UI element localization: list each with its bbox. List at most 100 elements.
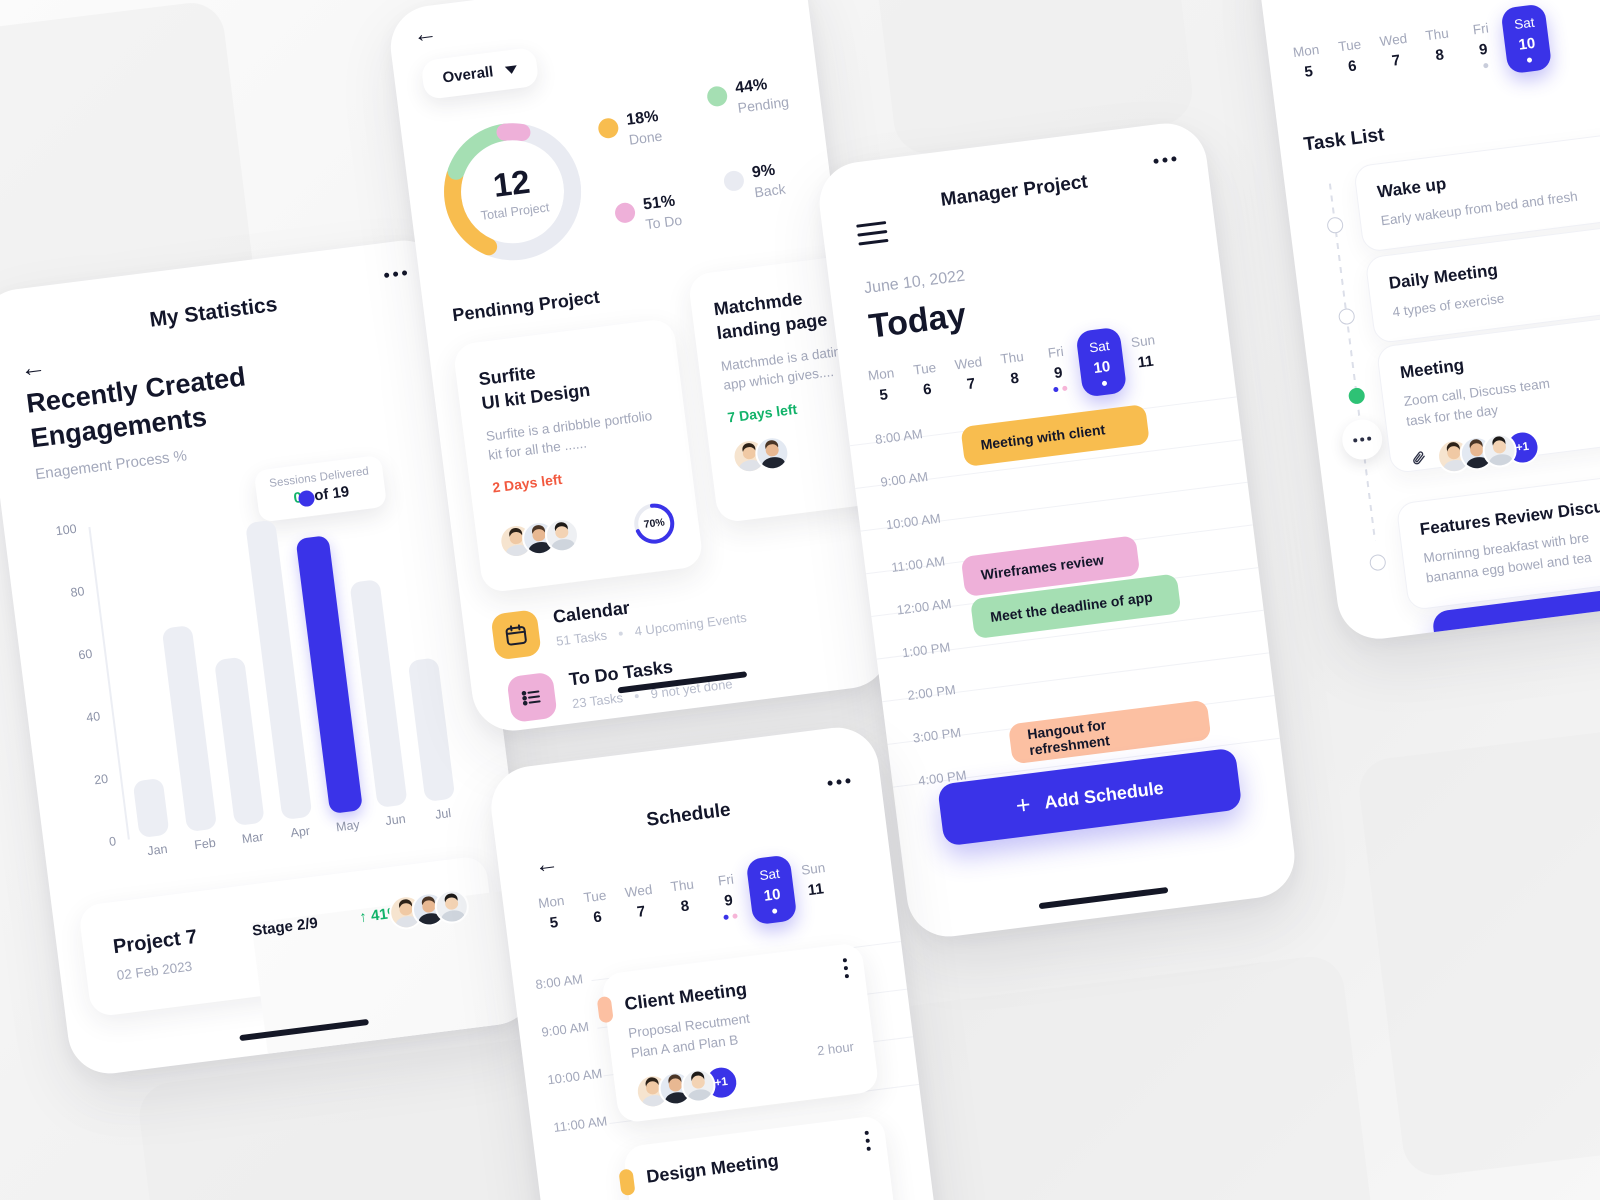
legend-item-done[interactable]: 18% Done (597, 108, 663, 152)
week-day-number: 10 (1092, 358, 1112, 378)
week-day-mon[interactable]: Mon 5 (858, 364, 908, 416)
timeline-event[interactable]: Meeting with client (960, 403, 1150, 467)
week-day-number: 8 (1009, 369, 1020, 388)
week-day-label: Tue (582, 887, 608, 905)
legend-percent: 9% (751, 161, 777, 182)
legend-item-pending[interactable]: 44% Pending (706, 74, 790, 120)
back-button[interactable]: ← (18, 350, 48, 384)
calendar-icon (490, 609, 542, 661)
week-selector[interactable]: Mon 5 Tue 6 Wed 7 Thu 8 Fri 9 Sat 10 Sun 11 (527, 849, 841, 953)
task-status-node[interactable] (1368, 553, 1387, 572)
task-status-node[interactable] (1326, 216, 1345, 235)
avatar-group[interactable] (497, 516, 581, 561)
week-day-event-pips (994, 389, 1038, 399)
avatar-head (645, 1080, 660, 1095)
week-day-label: Mon (867, 364, 895, 383)
engagement-bar-chart: 0 20 40 60 80 100 Jan Feb Mar Apr May Jun Jul (43, 484, 474, 885)
week-day-fri[interactable]: Fri 9 (1458, 18, 1508, 70)
task-more-node[interactable] (1339, 417, 1385, 462)
project-summary-card[interactable]: Project 7 02 Feb 2023 Stage 2/9 ↑ 41% (77, 722, 540, 1079)
week-day-number: 7 (1390, 51, 1402, 70)
event-pip (1101, 380, 1107, 387)
back-button[interactable]: ← (533, 849, 560, 880)
week-day-label: Fri (717, 871, 735, 888)
project-card-surfite[interactable]: Surfite UI kit Design Surfite is a dribb… (452, 317, 704, 594)
week-day-thu[interactable]: Thu 8 (1414, 24, 1464, 76)
week-day-tue[interactable]: Tue 6 (1327, 35, 1377, 87)
event-pip (723, 913, 729, 920)
quick-list-count: 23 Tasks (571, 689, 624, 712)
week-day-mon[interactable]: Mon 5 (528, 891, 578, 943)
avatar-head (421, 899, 436, 914)
week-day-sat[interactable]: Sat 10 (1500, 3, 1553, 75)
week-day-fri[interactable]: Fri 9 (703, 869, 753, 921)
legend-item-to-do[interactable]: 51% To Do (613, 192, 683, 236)
legend-item-back[interactable]: 9% Back (722, 161, 786, 205)
week-day-label: Thu (999, 348, 1025, 367)
week-day-label: Sat (1088, 338, 1111, 356)
avatar-group[interactable]: +1 (1434, 428, 1542, 475)
week-day-label: Thu (669, 876, 695, 894)
bg-panel (883, 953, 1377, 1200)
week-day-fri[interactable]: Fri 9 (1033, 342, 1083, 394)
chart-bar[interactable] (407, 657, 456, 803)
task-card-features-review[interactable]: Features Review Discussion Morninng brea… (1395, 465, 1600, 611)
week-day-event-pips (752, 906, 796, 916)
x-axis-tick: Jul (434, 805, 452, 822)
timeline-hour-label: 11:00 AM (890, 553, 946, 575)
back-button[interactable]: ← (411, 19, 438, 50)
home-indicator (1473, 622, 1600, 644)
week-selector[interactable]: Mon 5 Tue 6 Wed 7 Thu 8 Fri 9 Sat 10 (1282, 3, 1553, 102)
event-pip (732, 912, 738, 919)
week-day-label: Mon (537, 892, 566, 911)
week-day-number: 9 (1053, 363, 1064, 382)
y-axis-tick: 80 (69, 584, 86, 600)
x-axis-tick: May (335, 817, 361, 835)
week-day-number: 5 (548, 913, 560, 932)
timeline-hour-label: 9:00 AM (540, 1018, 590, 1040)
week-day-thu[interactable]: Thu 8 (659, 875, 709, 927)
quick-list-item-calendar[interactable]: Calendar 51 Tasks 4 Upcoming Events (490, 583, 748, 661)
week-day-wed[interactable]: Wed 7 (1371, 29, 1421, 81)
overall-filter-dropdown[interactable]: Overall (420, 46, 540, 100)
bg-panel (1355, 720, 1600, 1180)
notes-icon (522, 734, 574, 736)
y-axis-tick: 100 (54, 521, 78, 539)
week-day-number: 10 (762, 885, 782, 905)
week-day-wed[interactable]: Wed 7 (946, 353, 996, 405)
paperclip-icon[interactable] (1410, 449, 1429, 472)
avatar-head (531, 528, 546, 543)
avatar-head (554, 525, 569, 540)
more-options-icon[interactable] (822, 770, 851, 791)
chart-bar[interactable] (161, 625, 218, 833)
event-pip (1526, 57, 1532, 63)
chart-bar[interactable] (214, 656, 265, 827)
y-axis-tick: 60 (77, 646, 94, 663)
week-day-event-pips (1125, 372, 1169, 382)
event-pip (1061, 385, 1068, 391)
week-day-sun[interactable]: Sun 11 (1120, 331, 1170, 383)
task-status-node-done[interactable] (1347, 386, 1366, 405)
today-label: Today (866, 295, 969, 346)
home-indicator (1038, 886, 1169, 910)
project-card-desc: Surfite is a dribbble portfolio kit for … (485, 405, 667, 466)
week-day-tue[interactable]: Tue 6 (902, 358, 952, 410)
week-day-wed[interactable]: Wed 7 (616, 880, 666, 932)
week-day-number: 5 (878, 385, 889, 404)
chart-bar[interactable] (132, 778, 170, 839)
timeline-hour-label: 3:00 PM (912, 724, 962, 746)
week-day-mon[interactable]: Mon 5 (1283, 40, 1333, 92)
hamburger-icon[interactable] (856, 221, 889, 252)
plus-icon: + (1014, 790, 1033, 820)
week-day-event-pips (1419, 65, 1463, 75)
week-day-tue[interactable]: Tue 6 (572, 886, 622, 938)
x-axis-tick: Feb (193, 835, 217, 853)
week-day-event-pips (864, 405, 908, 415)
separator-dot (634, 693, 639, 698)
week-day-sun[interactable]: Sun 11 (790, 858, 840, 910)
quick-list-count: 51 Tasks (555, 627, 608, 649)
task-status-node[interactable] (1337, 307, 1356, 326)
week-day-thu[interactable]: Thu 8 (989, 347, 1039, 399)
more-options-icon[interactable] (1148, 148, 1177, 169)
timeline-hour-label: 1:00 PM (901, 639, 952, 661)
